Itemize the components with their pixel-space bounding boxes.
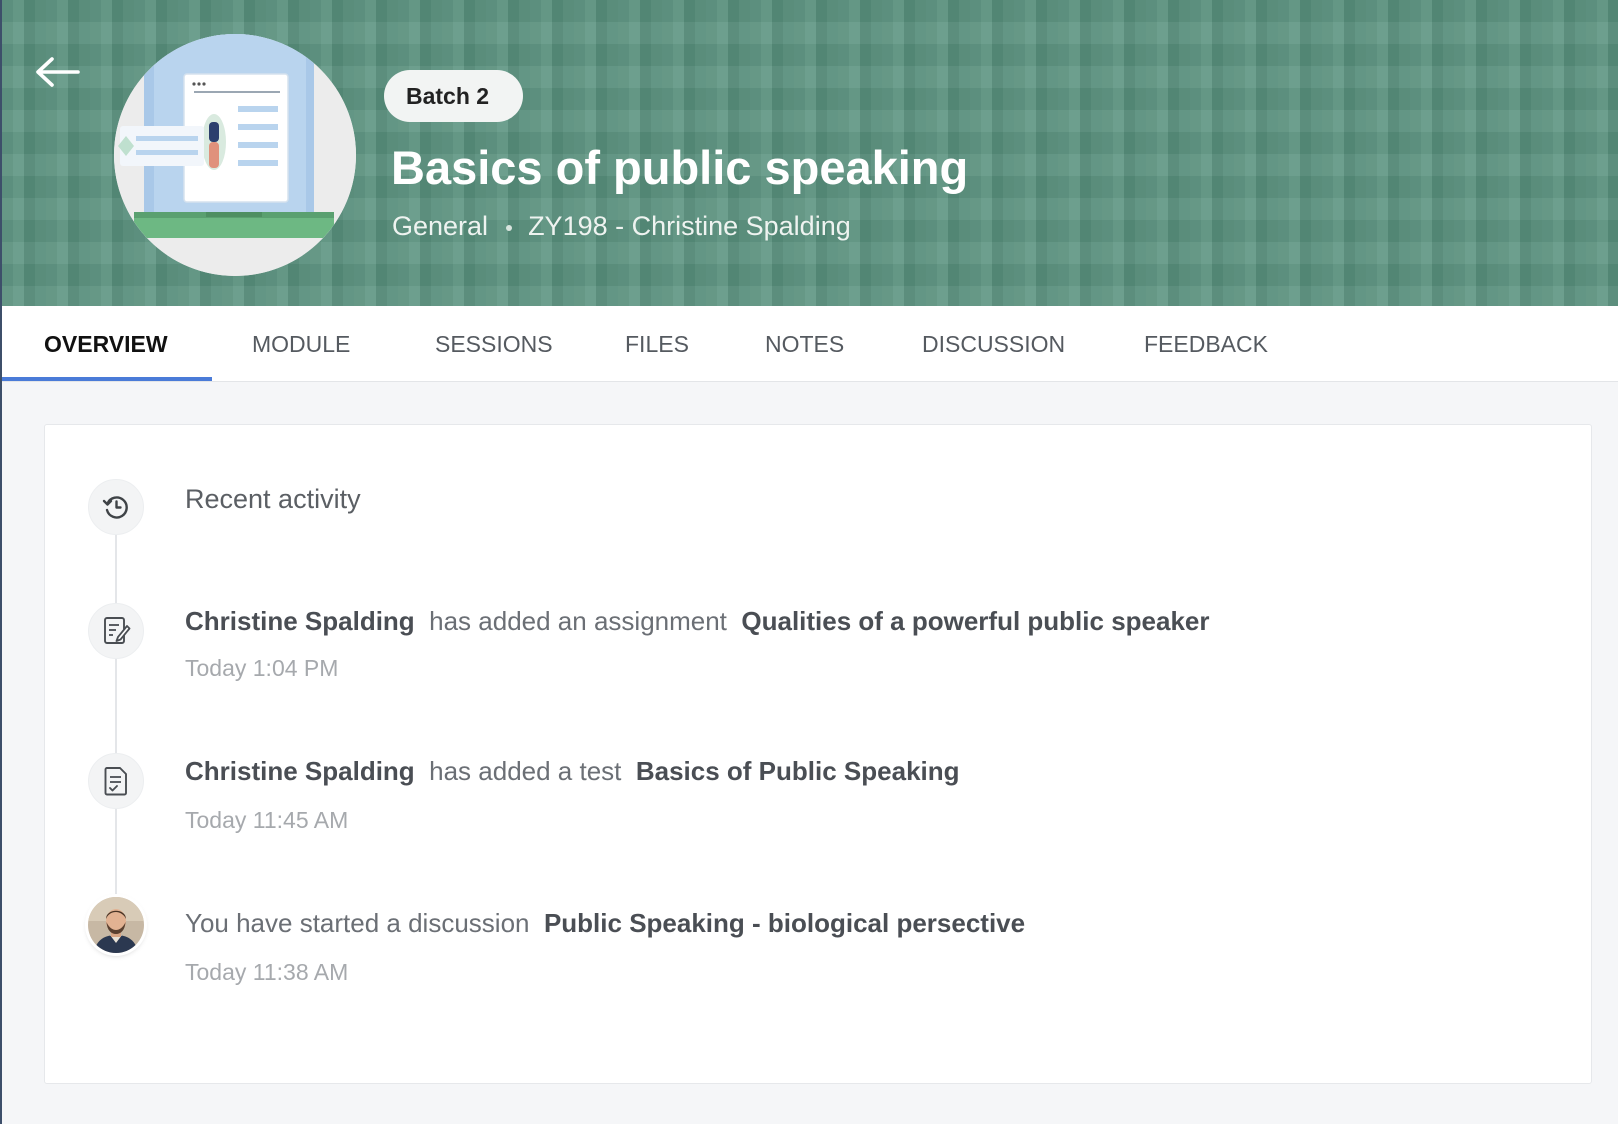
tab-sessions[interactable]: SESSIONS <box>435 306 553 382</box>
active-tab-indicator <box>2 377 212 381</box>
activity-action: You have started a discussion <box>185 908 530 938</box>
activity-actor[interactable]: Christine Spalding <box>185 756 415 786</box>
activity-action: has added a test <box>429 756 622 786</box>
tab-feedback[interactable]: FEEDBACK <box>1144 306 1268 382</box>
activity-actor[interactable]: Christine Spalding <box>185 606 415 636</box>
tab-overview[interactable]: OVERVIEW <box>44 306 168 382</box>
course-category: General <box>392 211 489 241</box>
activity-action: has added an assignment <box>429 606 727 636</box>
activity-timestamp: Today 11:45 AM <box>185 807 349 833</box>
separator-dot <box>506 224 513 231</box>
course-thumbnail <box>114 34 356 276</box>
activity-text: Christine Spalding has added an assignme… <box>185 603 1210 639</box>
activity-subject-link[interactable]: Basics of Public Speaking <box>636 756 960 786</box>
assignment-icon <box>88 603 144 659</box>
activity-timestamp: Today 11:38 AM <box>185 959 349 985</box>
activity-subject-link[interactable]: Qualities of a powerful public speaker <box>741 606 1209 636</box>
tab-files[interactable]: FILES <box>625 306 689 382</box>
recent-activity-title: Recent activity <box>185 484 361 514</box>
recent-activity-card: Recent activity Christine Spalding has a… <box>44 424 1592 1084</box>
history-icon <box>88 479 144 535</box>
course-header-banner: Batch 2 Basics of public speaking Genera… <box>2 0 1618 306</box>
timeline-line <box>115 525 117 955</box>
activity-subject-link[interactable]: Public Speaking - biological persective <box>544 908 1025 938</box>
activity-timestamp: Today 1:04 PM <box>185 655 339 681</box>
course-title: Basics of public speaking <box>391 141 969 194</box>
back-arrow-icon[interactable] <box>34 52 82 92</box>
course-tab-bar: OVERVIEW MODULE SESSIONS FILES NOTES DIS… <box>2 306 1618 382</box>
course-meta: General ZY198 - Christine Spalding <box>392 208 851 244</box>
tab-discussion[interactable]: DISCUSSION <box>922 306 1065 382</box>
activity-text: Christine Spalding has added a test Basi… <box>185 753 960 789</box>
tab-notes[interactable]: NOTES <box>765 306 844 382</box>
activity-text: You have started a discussion Public Spe… <box>185 905 1025 941</box>
course-instructor: ZY198 - Christine Spalding <box>528 211 851 241</box>
tab-module[interactable]: MODULE <box>252 306 350 382</box>
batch-badge: Batch 2 <box>384 70 524 122</box>
test-icon <box>88 753 144 809</box>
user-avatar <box>88 897 144 953</box>
